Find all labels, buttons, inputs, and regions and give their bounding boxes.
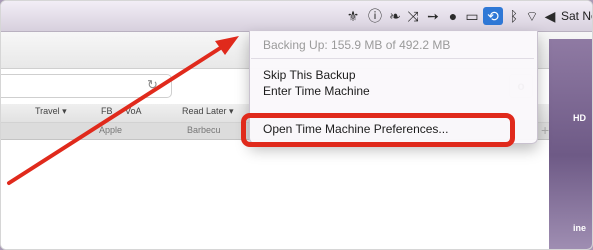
annotation-arrow bbox=[7, 36, 239, 185]
arrow-head bbox=[215, 36, 239, 55]
screenshot: ⚜ ⓘ ❧ ⤨ ➙ ● ▭ ⟲ ᛒ ⌔ ◀ Sat Nov 29 2:35 PM… bbox=[0, 0, 593, 250]
arrow-shaft bbox=[7, 43, 227, 185]
